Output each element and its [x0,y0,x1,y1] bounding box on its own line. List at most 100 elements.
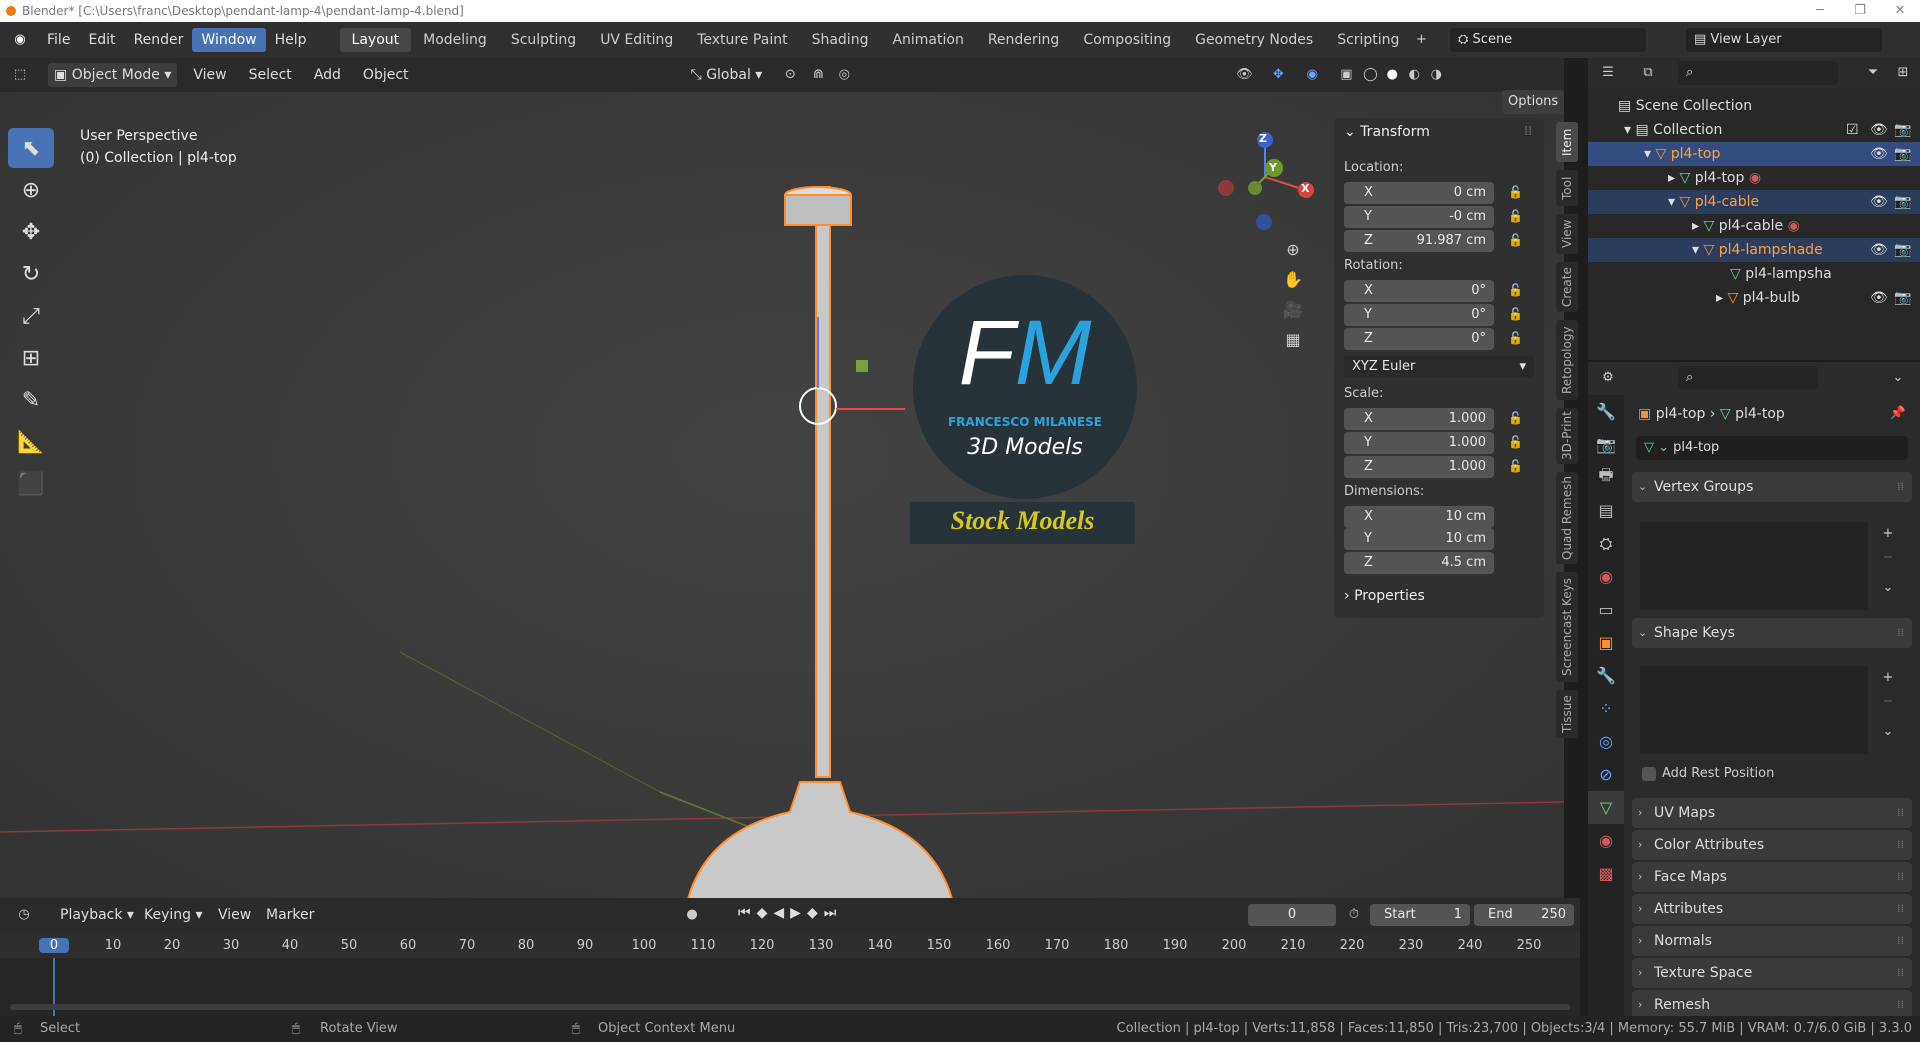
tab-create[interactable]: Create [1556,262,1578,312]
outliner-collection[interactable]: ▾ ▤ Collection ☑ 👁 📷 [1588,118,1920,142]
blender-menu-icon[interactable]: ◉ [10,30,30,50]
timeline-editor-icon[interactable]: ◷ [14,905,34,925]
uv-maps-panel[interactable]: › UV Maps ⁞⁞ [1632,798,1912,828]
minimize-icon[interactable]: ─ [1800,0,1840,22]
add-icon[interactable]: + [1878,668,1898,688]
3d-viewport[interactable]: User Perspective (0) Collection | pl4-to… [0,90,1565,898]
location-z-field[interactable]: Z 91.987 cm [1344,230,1494,252]
tool-tab-icon[interactable]: 🔧 [1588,395,1624,428]
scene-selector[interactable]: ⛭ Scene [1450,28,1646,52]
modifier-tab-icon[interactable]: 🔧 [1588,659,1624,692]
menu-playback[interactable]: Playback ▾ [54,903,140,927]
render-camera-icon[interactable]: 📷 [1894,238,1911,262]
view-layer-tab-icon[interactable]: ▤ [1588,494,1624,527]
tab-animation[interactable]: Animation [880,28,975,52]
dimensions-y-field[interactable]: Y 10 cm [1344,528,1494,550]
render-camera-icon[interactable]: 📷 [1894,118,1911,142]
timeline-area[interactable]: 0 10 20 30 40 50 60 70 80 90 100 110 120 130 140 150 160… [0,932,1580,1016]
tab-retopology[interactable]: Retopology [1556,320,1578,400]
xray-icon[interactable]: ▣ [1336,65,1356,85]
lock-icon[interactable]: 🔓 [1508,233,1524,249]
face-maps-panel[interactable]: › Face Maps ⁞⁞ [1632,862,1912,892]
snap-icon[interactable]: ⋒ [808,65,828,85]
checkbox-icon[interactable]: ☑ [1846,118,1859,142]
menu-edit[interactable]: Edit [79,28,124,52]
outliner-row-pl4-bulb[interactable]: ▸ ▽ pl4-bulb 👁 📷 [1588,286,1920,310]
properties-search-input[interactable]: ⌕ [1678,366,1818,390]
menu-add[interactable]: Add [308,63,347,87]
material-shading-icon[interactable]: ◐ [1404,65,1424,85]
lock-icon[interactable]: 🔓 [1508,331,1524,347]
drag-grip-icon[interactable]: ⁞⁞ [1524,124,1532,139]
view-layer-selector[interactable]: ▤ View Layer [1686,28,1882,52]
texture-space-panel[interactable]: › Texture Space ⁞⁞ [1632,958,1912,988]
current-frame-field[interactable]: 0 [1248,904,1336,926]
outliner-row-pl4-cable-mesh[interactable]: ▸ ▽ pl4-cable ◉ [1588,214,1920,238]
transform-tool-icon[interactable]: ⊞ [8,338,54,378]
render-camera-icon[interactable]: 📷 [1894,190,1911,214]
outliner-scene-collection[interactable]: ▤ Scene Collection [1588,94,1920,118]
pin-icon[interactable]: 📌 [1888,404,1908,424]
proportional-edit-icon[interactable]: ◎ [834,65,854,85]
attributes-panel[interactable]: › Attributes ⁞⁞ [1632,894,1912,924]
chevron-down-icon[interactable]: ⌄ [1878,578,1898,598]
add-cube-tool-icon[interactable]: ⬛ [8,464,54,504]
outliner-row-pl4-top[interactable]: ▾ ▽ pl4-top 👁 📷 [1588,142,1920,166]
jump-start-icon[interactable]: ⏮ [738,905,751,921]
menu-file[interactable]: File [38,28,79,52]
wireframe-shading-icon[interactable]: ◯ [1360,65,1380,85]
texture-tab-icon[interactable]: ▩ [1588,857,1624,890]
tab-tool[interactable]: Tool [1556,170,1578,206]
transform-header[interactable]: ⌄ Transform [1344,124,1430,140]
outliner-row-pl4-cable[interactable]: ▾ ▽ pl4-cable 👁 📷 [1588,190,1920,214]
shape-keys-panel[interactable]: ⌄ Shape Keys ⁞⁞ [1632,618,1912,648]
lock-icon[interactable]: 🔓 [1508,459,1524,475]
checkbox-icon[interactable] [1642,766,1656,781]
eye-icon[interactable]: 👁 [1870,190,1888,214]
new-collection-icon[interactable]: ⊞ [1893,63,1913,83]
tab-screencast-keys[interactable]: Screencast Keys [1556,572,1578,682]
lock-icon[interactable]: 🔓 [1508,185,1524,201]
outliner-editor-icon[interactable]: ☰ [1598,63,1618,83]
menu-help[interactable]: Help [266,28,316,52]
scene-tab-icon[interactable]: ⛭ [1588,527,1624,560]
solid-shading-icon[interactable]: ● [1382,65,1402,85]
eye-icon[interactable]: 👁 [1870,118,1888,142]
particles-tab-icon[interactable]: ⁘ [1588,692,1624,725]
tab-rendering[interactable]: Rendering [976,28,1072,52]
eye-icon[interactable]: 👁 [1870,142,1888,166]
gizmo-toggle-icon[interactable]: ✥ [1268,65,1288,85]
outliner-row-pl4-lampshade-mesh[interactable]: ▽ pl4-lampsha [1588,262,1920,286]
zoom-icon[interactable]: ⊕ [1283,240,1303,260]
properties-editor-icon[interactable]: ⚙ [1598,368,1618,388]
lock-icon[interactable]: 🔓 [1508,411,1524,427]
material-tab-icon[interactable]: ◉ [1588,824,1624,857]
pivot-icon[interactable]: ⊙ [780,65,800,85]
rotate-tool-icon[interactable]: ↻ [8,254,54,294]
scale-y-field[interactable]: Y 1.000 [1344,432,1494,454]
menu-keying[interactable]: Keying ▾ [138,903,209,927]
tab-shading[interactable]: Shading [800,28,881,52]
menu-window[interactable]: Window [192,28,266,52]
outliner-search-input[interactable]: ⌕ [1678,61,1838,85]
tab-modeling[interactable]: Modeling [411,28,499,52]
lock-icon[interactable]: 🔓 [1508,283,1524,299]
tab-quad-remesh[interactable]: Quad Remesh [1556,472,1578,564]
scale-x-field[interactable]: X 1.000 [1344,408,1494,430]
eye-icon[interactable]: 👁 [1870,238,1888,262]
tab-uv-editing[interactable]: UV Editing [588,28,685,52]
eye-icon[interactable]: 👁 [1870,286,1888,310]
overlay-toggle-icon[interactable]: ◉ [1302,65,1322,85]
rendered-shading-icon[interactable]: ◑ [1426,65,1446,85]
rotation-z-field[interactable]: Z 0° [1344,328,1494,350]
normals-panel[interactable]: › Normals ⁞⁞ [1632,926,1912,956]
remove-icon[interactable]: − [1878,692,1898,712]
tab-3d-print[interactable]: 3D-Print [1556,408,1578,464]
render-camera-icon[interactable]: 📷 [1894,142,1911,166]
vertex-groups-panel[interactable]: ⌄ Vertex Groups ⁞⁞ [1632,472,1912,502]
dimensions-z-field[interactable]: Z 4.5 cm [1344,552,1494,574]
rotation-x-field[interactable]: X 0° [1344,280,1494,302]
lock-icon[interactable]: 🔓 [1508,307,1524,323]
tab-tissue[interactable]: Tissue [1556,690,1578,738]
menu-render[interactable]: Render [125,28,193,52]
